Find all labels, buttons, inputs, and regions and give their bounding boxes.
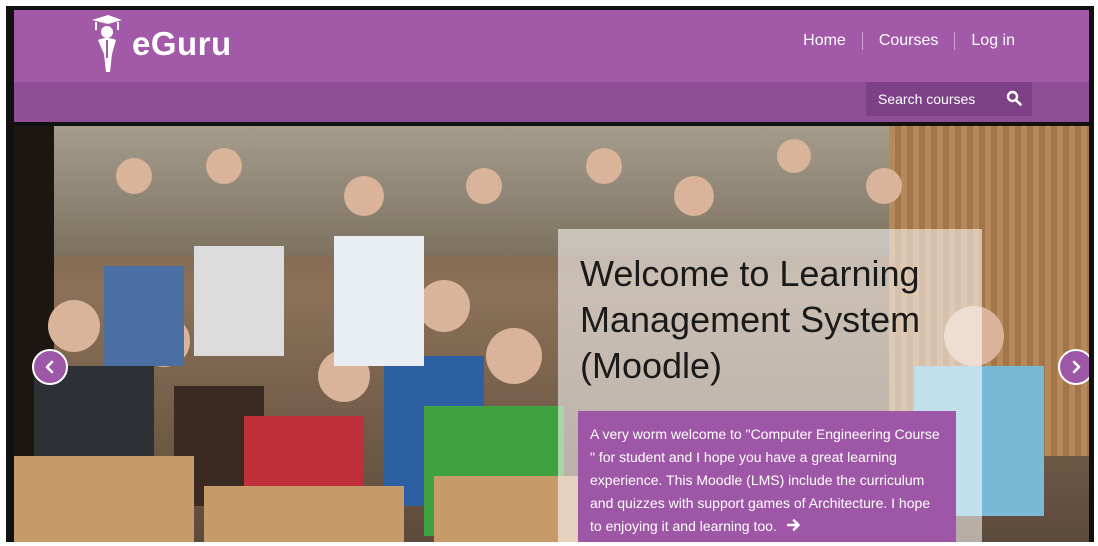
chevron-left-icon xyxy=(45,360,54,374)
header-bar: eGuru Home Courses Log in xyxy=(14,10,1089,82)
carousel-prev-button[interactable] xyxy=(32,349,68,385)
chevron-right-icon xyxy=(1072,360,1081,374)
search-input[interactable] xyxy=(866,90,1000,108)
graduate-figure-icon xyxy=(92,15,122,72)
nav-login[interactable]: Log in xyxy=(971,32,1015,50)
carousel-next-button[interactable] xyxy=(1058,349,1089,385)
nav-divider xyxy=(954,32,956,50)
main-nav: Home Courses Log in xyxy=(803,32,1015,50)
brand-name: eGuru xyxy=(132,25,232,62)
nav-courses[interactable]: Courses xyxy=(879,32,939,50)
search-box[interactable] xyxy=(866,82,1032,116)
nav-home[interactable]: Home xyxy=(803,32,846,50)
app-frame: eGuru Home Courses Log in Search courses… xyxy=(6,6,1094,542)
nav-divider xyxy=(861,32,863,50)
search-bar xyxy=(14,82,1089,122)
arrow-right-icon[interactable] xyxy=(786,516,801,539)
slide-title: Welcome to Learning Management System (M… xyxy=(580,253,921,386)
slide-description-text: A very worm welcome to "Computer Enginee… xyxy=(590,426,940,534)
brand-logo[interactable]: eGuru xyxy=(88,14,232,74)
search-icon[interactable] xyxy=(1006,90,1022,111)
hero-carousel: Welcome to Learning Management System (M… xyxy=(14,126,1089,542)
slide-description: A very worm welcome to "Computer Enginee… xyxy=(578,411,956,542)
